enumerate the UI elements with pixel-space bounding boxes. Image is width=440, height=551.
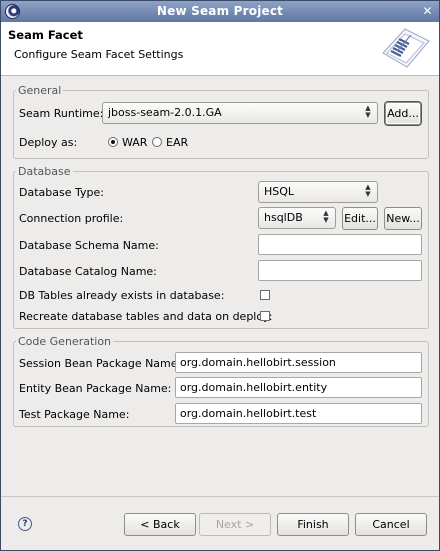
schema-name-label: Database Schema Name:	[19, 239, 159, 252]
schema-name-field[interactable]	[258, 234, 422, 255]
cancel-button[interactable]: Cancel	[355, 513, 427, 536]
wizard-header: Seam Facet Configure Seam Facet Settings	[1, 22, 439, 76]
recreate-tables-label: Recreate database tables and data on dep…	[19, 310, 273, 323]
deploy-ear-label[interactable]: EAR	[166, 136, 188, 149]
recreate-tables-checkbox[interactable]	[260, 311, 270, 321]
finish-button[interactable]: Finish	[277, 513, 349, 536]
session-package-value: org.domain.hellobirt.session	[180, 356, 336, 369]
connection-profile-select[interactable]: hsqlDB ▲ ▼	[258, 207, 336, 229]
session-package-label: Session Bean Package Name:	[19, 357, 182, 370]
dialog-window: New Seam Project ✕ Seam Facet Configure …	[0, 0, 440, 551]
entity-package-field[interactable]: org.domain.hellobirt.entity	[175, 377, 422, 398]
database-type-select[interactable]: HSQL ▲ ▼	[258, 181, 378, 203]
tables-exist-checkbox[interactable]	[260, 290, 270, 300]
page-title: Seam Facet	[8, 28, 83, 42]
test-package-value: org.domain.hellobirt.test	[180, 407, 317, 420]
general-legend: General	[18, 84, 62, 97]
database-legend: Database	[18, 165, 71, 178]
footer-separator	[1, 496, 439, 497]
window-title: New Seam Project	[156, 4, 284, 18]
seam-runtime-label: Seam Runtime:	[19, 107, 104, 120]
back-arrow: <	[140, 518, 153, 531]
page-description: Configure Seam Facet Settings	[14, 48, 184, 61]
help-icon[interactable]: ?	[18, 517, 32, 531]
deploy-war-label[interactable]: WAR	[122, 136, 147, 149]
catalog-name-field[interactable]	[258, 260, 422, 281]
deploy-as-label: Deploy as:	[19, 136, 78, 149]
tables-exist-label: DB Tables already exists in database:	[19, 289, 225, 302]
connection-profile-label: Connection profile:	[19, 212, 124, 225]
catalog-name-label: Database Catalog Name:	[19, 265, 157, 278]
entity-package-value: org.domain.hellobirt.entity	[180, 381, 328, 394]
back-button[interactable]: < Back	[124, 513, 196, 536]
code-generation-legend: Code Generation	[18, 335, 112, 348]
entity-package-label: Entity Bean Package Name:	[19, 382, 172, 395]
next-button[interactable]: Next >	[199, 513, 271, 536]
seam-runtime-select[interactable]: jboss-seam-2.0.1.GA ▲ ▼	[102, 102, 378, 124]
chevron-updown-icon: ▲ ▼	[365, 183, 371, 198]
session-package-field[interactable]: org.domain.hellobirt.session	[175, 352, 422, 373]
seam-runtime-value: jboss-seam-2.0.1.GA	[108, 106, 222, 119]
seam-wizard-banner-icon	[382, 28, 430, 68]
title-bar[interactable]: New Seam Project ✕	[1, 1, 439, 22]
edit-profile-button[interactable]: Edit...	[342, 207, 378, 230]
add-runtime-button[interactable]: Add...	[385, 102, 421, 125]
database-type-value: HSQL	[264, 185, 295, 198]
new-profile-button[interactable]: New...	[384, 207, 422, 230]
chevron-updown-icon: ▲ ▼	[365, 104, 371, 119]
chevron-updown-icon: ▲ ▼	[323, 209, 329, 224]
back-label: Back	[153, 518, 180, 531]
deploy-ear-radio[interactable]	[152, 137, 162, 147]
connection-profile-value: hsqlDB	[264, 211, 303, 224]
deploy-war-radio[interactable]	[108, 137, 118, 147]
test-package-label: Test Package Name:	[19, 408, 130, 421]
close-icon[interactable]: ✕	[420, 4, 435, 19]
database-type-label: Database Type:	[19, 186, 104, 199]
test-package-field[interactable]: org.domain.hellobirt.test	[175, 403, 422, 424]
